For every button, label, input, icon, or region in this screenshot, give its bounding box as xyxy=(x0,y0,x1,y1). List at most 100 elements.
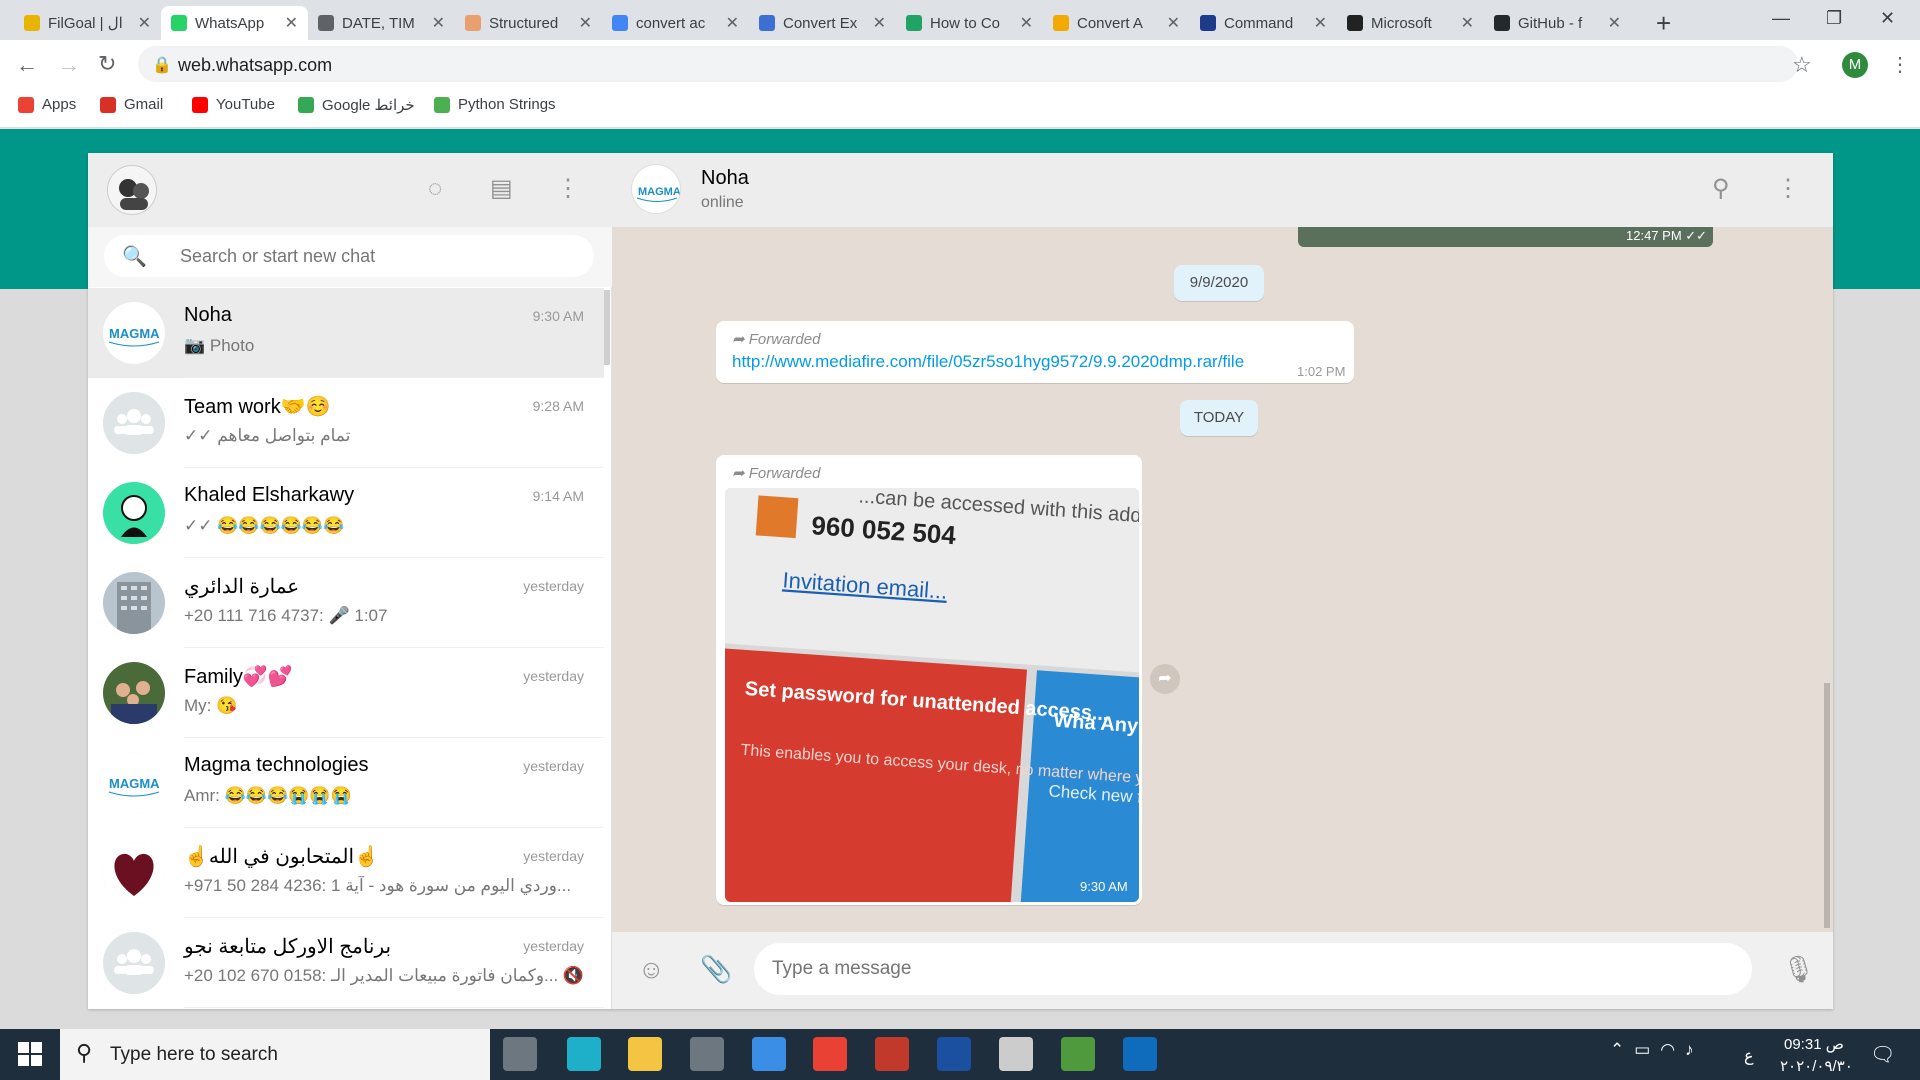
url-text[interactable]: web.whatsapp.com xyxy=(178,55,332,76)
chat-avatar[interactable]: MAGMA xyxy=(103,752,165,814)
chrome-taskbar-icon[interactable] xyxy=(813,1037,847,1071)
my-avatar[interactable] xyxy=(107,165,157,215)
tab-close-icon[interactable]: ✕ xyxy=(726,13,739,33)
bookmark-item[interactable]: Python Strings xyxy=(434,96,556,113)
chat-avatar[interactable] xyxy=(103,662,165,724)
mediafire-link[interactable]: http://www.mediafire.com/file/05zr5so1hy… xyxy=(732,352,1244,372)
tab-close-icon[interactable]: ✕ xyxy=(432,13,445,33)
tab-close-icon[interactable]: ✕ xyxy=(579,13,592,33)
chat-list-item[interactable]: عمارة الدائري yesterday +20 111 716 4737: … xyxy=(88,558,604,648)
chat-avatar[interactable] xyxy=(103,842,165,904)
tab-close-icon[interactable]: ✕ xyxy=(1020,13,1033,33)
search-input[interactable] xyxy=(180,246,560,267)
browser-tab[interactable]: Command ✕ xyxy=(1190,6,1337,40)
browser-tab[interactable]: FilGoal | ال ✕ xyxy=(14,6,161,40)
bookmark-item[interactable]: Gmail xyxy=(100,96,163,113)
tab-close-icon[interactable]: ✕ xyxy=(873,13,886,33)
taskbar-search-text[interactable]: Type here to search xyxy=(110,1044,278,1066)
tab-close-icon[interactable]: ✕ xyxy=(285,13,298,33)
status-icon[interactable]: ◌ xyxy=(428,175,442,203)
svg-text:MAGMA: MAGMA xyxy=(638,186,681,198)
browser-tab[interactable]: How to Co ✕ xyxy=(896,6,1043,40)
bookmark-item[interactable]: Apps xyxy=(18,96,76,113)
browser-menu-icon[interactable]: ⋮ xyxy=(1890,52,1910,77)
chat-list-item[interactable]: MAGMA Magma technologies yesterday Amr: 😂😂😂… xyxy=(88,738,604,828)
browser-tab[interactable]: Convert A ✕ xyxy=(1043,6,1190,40)
back-button[interactable]: ← xyxy=(16,52,38,78)
file-explorer-taskbar-icon[interactable] xyxy=(628,1037,662,1071)
reload-button[interactable]: ↻ xyxy=(98,51,116,77)
system-tray[interactable]: ⌃▭◠♪ xyxy=(1610,1040,1704,1060)
window-close-button[interactable]: ✕ xyxy=(1880,8,1895,29)
chat-last-message: +20 102 670 0158: وكمان فاتورة مبيعات ال… xyxy=(184,966,584,985)
chat-avatar[interactable]: MAGMA xyxy=(103,302,165,364)
bookmark-item[interactable]: YouTube xyxy=(192,96,275,113)
emoji-icon[interactable]: ☺ xyxy=(638,954,665,985)
access-taskbar-icon[interactable] xyxy=(875,1037,909,1071)
new-tab-button[interactable]: + xyxy=(1656,8,1671,39)
contact-name[interactable]: Noha xyxy=(701,167,749,190)
windows-start-icon[interactable] xyxy=(18,1042,42,1066)
chat-list-item[interactable]: Khaled Elsharkawy 9:14 AM ✓✓ 😂😂😂😂😂😂 xyxy=(88,468,604,558)
browser-tab[interactable]: WhatsApp ✕ xyxy=(161,6,308,40)
tab-close-icon[interactable]: ✕ xyxy=(1314,13,1327,33)
chat-avatar[interactable] xyxy=(103,392,165,454)
mail-taskbar-icon[interactable] xyxy=(752,1037,786,1071)
tab-close-icon[interactable]: ✕ xyxy=(138,13,151,33)
clock-time[interactable]: 09:31 ص xyxy=(1784,1035,1844,1053)
sidebar-scrollbar[interactable] xyxy=(604,290,610,365)
store-taskbar-icon[interactable] xyxy=(690,1037,724,1071)
conversation-header[interactable] xyxy=(612,153,1833,227)
chat-list-item[interactable]: Team work🤝☺️ 9:28 AM ✓✓ تمام بتواصل معاهم xyxy=(88,378,604,468)
chat-avatar[interactable] xyxy=(103,932,165,994)
clock-date[interactable]: ٢٠٢٠/٠٩/٣٠ xyxy=(1780,1057,1853,1075)
bookmark-icon xyxy=(18,96,34,113)
outlook-taskbar-icon[interactable] xyxy=(1123,1037,1157,1071)
chat-list-item[interactable]: Family💞💕 yesterday My: 😘 xyxy=(88,648,604,738)
notification-icon[interactable]: 🗨 xyxy=(1870,1042,1895,1067)
contact-avatar[interactable]: MAGMA xyxy=(631,164,681,214)
maximize-button[interactable]: ❐ xyxy=(1826,8,1842,29)
message-input[interactable] xyxy=(772,958,1672,980)
profile-avatar[interactable]: M xyxy=(1842,52,1868,78)
edge-taskbar-icon[interactable] xyxy=(567,1037,601,1071)
conversation-menu-icon[interactable]: ⋮ xyxy=(1776,174,1800,203)
browser-tab[interactable]: Microsoft ✕ xyxy=(1337,6,1484,40)
tab-close-icon[interactable]: ✕ xyxy=(1461,13,1474,33)
browser-tab[interactable]: DATE, TIM ✕ xyxy=(308,6,455,40)
chat-time: yesterday xyxy=(523,758,584,774)
chat-avatar[interactable] xyxy=(103,572,165,634)
attach-icon[interactable]: 📎 xyxy=(700,954,732,985)
chat-time: 9:28 AM xyxy=(532,398,584,414)
photo-message[interactable]: ...can be accessed with this add 960 052… xyxy=(725,488,1139,902)
lock-icon[interactable]: 🔒 xyxy=(152,55,172,75)
browser-tab[interactable]: Convert Ex ✕ xyxy=(749,6,896,40)
sidebar-menu-icon[interactable]: ⋮ xyxy=(556,174,580,203)
bookmark-item[interactable]: Google خرائط xyxy=(298,96,415,114)
chat-avatar[interactable] xyxy=(103,482,165,544)
tab-close-icon[interactable]: ✕ xyxy=(1608,13,1621,33)
tab-close-icon[interactable]: ✕ xyxy=(1167,13,1180,33)
conversation-search-icon[interactable]: ⚲ xyxy=(1712,174,1730,203)
browser-tab[interactable]: Structured ✕ xyxy=(455,6,602,40)
chat-list-item[interactable]: ☝️المتحابون في الله☝️ yesterday +971 50 28… xyxy=(88,828,604,918)
new-chat-icon[interactable]: ▤ xyxy=(490,174,513,203)
turtle-app-taskbar-icon[interactable] xyxy=(1061,1037,1095,1071)
forward-button[interactable]: → xyxy=(58,52,80,78)
address-bar[interactable] xyxy=(138,46,1798,82)
flag-app-taskbar-icon[interactable] xyxy=(937,1037,971,1071)
conversation-scrollbar[interactable] xyxy=(1824,683,1830,928)
forward-share-icon[interactable]: ➦ xyxy=(1150,664,1180,694)
browser-tab[interactable]: GitHub - f ✕ xyxy=(1484,6,1631,40)
bookmark-star-icon[interactable]: ☆ xyxy=(1792,52,1812,78)
search-icon[interactable]: ⚲ xyxy=(76,1040,92,1066)
language-indicator[interactable]: ع xyxy=(1744,1046,1754,1066)
chat-list-item[interactable]: MAGMA Noha 9:30 AM 📷 Photo xyxy=(88,288,604,378)
chat-list-item[interactable]: برنامج الاوركل متابعة نجو yesterday +20 10… xyxy=(88,918,604,1008)
task-view-taskbar-icon[interactable] xyxy=(503,1037,537,1071)
microphone-icon[interactable]: 🎙 xyxy=(1782,954,1815,985)
browser-tab[interactable]: convert ac ✕ xyxy=(602,6,749,40)
search-icon[interactable]: 🔍 xyxy=(122,244,147,269)
minimize-button[interactable]: — xyxy=(1772,8,1790,29)
monitor-app-taskbar-icon[interactable] xyxy=(999,1037,1033,1071)
